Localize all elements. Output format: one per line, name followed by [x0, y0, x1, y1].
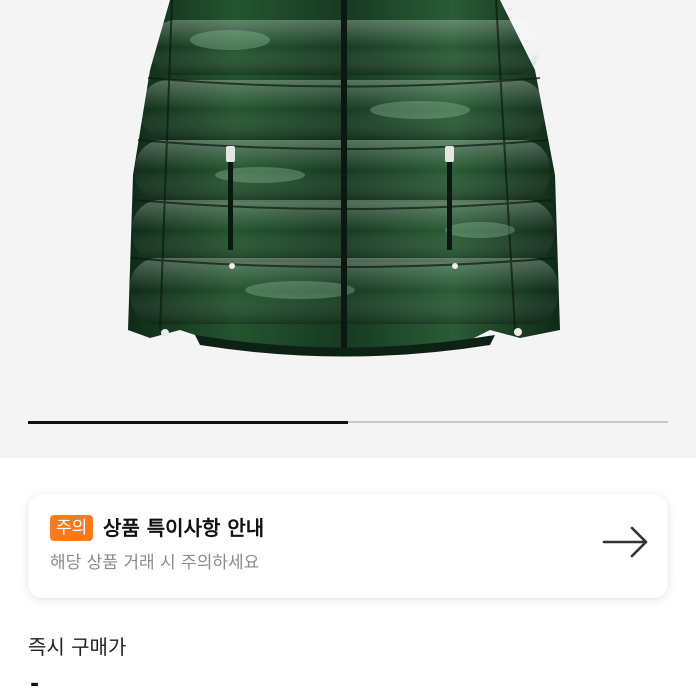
product-image	[128, 0, 560, 357]
product-image-gallery[interactable]	[0, 0, 696, 458]
warning-badge: 주의	[50, 515, 94, 541]
gallery-progress-bar	[28, 420, 668, 424]
notice-description: 해당 상품 거래 시 주의하세요	[50, 553, 260, 573]
instant-buy-price-label: 즉시 구매가	[28, 635, 127, 659]
arrow-right-icon[interactable]	[602, 526, 650, 558]
product-notice-card[interactable]: 주의 상품 특이사항 안내 해당 상품 거래 시 주의하세요	[28, 494, 668, 598]
instant-buy-price-value: -	[30, 672, 40, 696]
notice-title: 상품 특이사항 안내	[103, 516, 265, 540]
gallery-progress-fill	[28, 420, 348, 424]
